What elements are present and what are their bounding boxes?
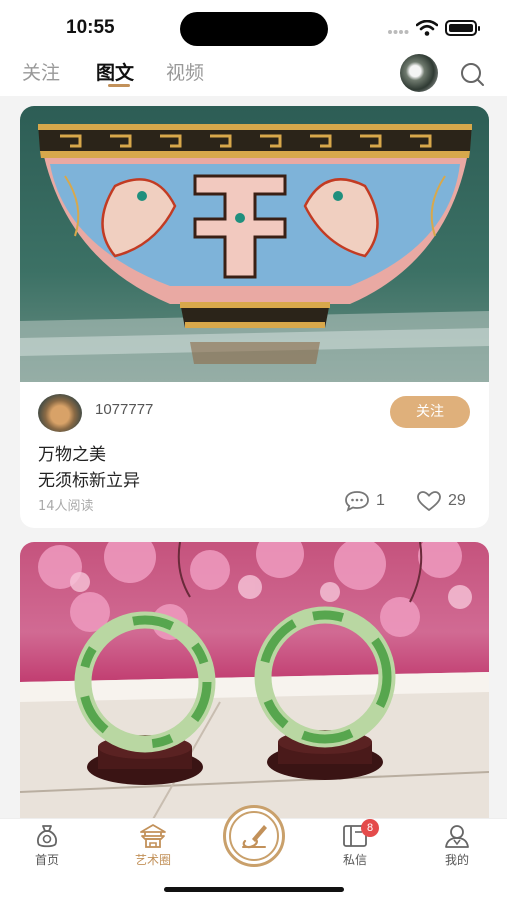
enamel-bowl-illustration [20,124,489,382]
post-body[interactable]: 1077777 关注 万物之美 无须标新立异 14人阅读 1 29 [20,382,489,528]
nav-messages-label: 私信 [342,853,367,867]
dynamic-island [180,12,328,46]
wifi-icon [416,20,438,36]
comment-count: 1 [376,492,385,509]
status-icons [387,20,480,36]
publish-button[interactable] [223,805,285,867]
nav-home-label: 首页 [34,853,59,867]
heart-icon [417,491,441,512]
bottom-nav: 首页 艺术圈 8 私信 我的 [0,805,507,900]
like-stat[interactable]: 29 [416,490,466,512]
comment-icon [345,491,369,512]
follow-button[interactable]: 关注 [390,396,470,428]
nav-home[interactable]: 首页 [17,823,77,868]
post-text-line-1: 万物之美 [38,445,106,465]
post-feed[interactable]: 1077777 关注 万物之美 无须标新立异 14人阅读 1 29 [0,96,507,818]
post-image[interactable] [20,106,489,382]
author-name[interactable]: 1077777 [95,401,153,418]
home-indicator [164,887,344,892]
read-count: 14人阅读 [38,499,94,514]
author-avatar[interactable] [38,394,82,432]
status-time: 10:55 [66,17,115,38]
user-avatar[interactable] [400,54,438,92]
post-card[interactable]: 1077777 关注 万物之美 无须标新立异 14人阅读 1 29 [20,106,489,528]
tab-image-text[interactable]: 图文 [96,58,134,85]
tab-video[interactable]: 视频 [166,58,204,85]
money-bag-icon [37,825,57,848]
nav-art-circle-label: 艺术圈 [134,853,171,867]
jade-bangles-illustration [20,542,489,818]
brush-publish-icon [242,825,267,849]
message-badge: 8 [361,819,379,837]
post-image[interactable] [20,542,489,818]
post-card[interactable] [20,542,489,818]
search-icon[interactable] [458,60,486,88]
nav-profile[interactable]: 我的 [427,823,487,868]
user-icon [445,825,469,848]
status-bar: 10:55 [0,0,507,52]
battery-icon [445,20,480,36]
comment-stat[interactable]: 1 [344,490,385,512]
like-count: 29 [448,492,466,509]
active-tab-indicator [108,84,130,87]
nav-profile-label: 我的 [444,853,469,867]
pavilion-icon [140,824,166,848]
tab-following[interactable]: 关注 [22,58,60,85]
post-text-line-2: 无须标新立异 [38,471,140,491]
nav-messages[interactable]: 8 私信 [325,819,385,868]
nav-art-circle[interactable]: 艺术圈 [123,823,183,868]
top-tab-bar: 关注 图文 视频 [0,52,507,96]
signal-icon [388,30,409,34]
